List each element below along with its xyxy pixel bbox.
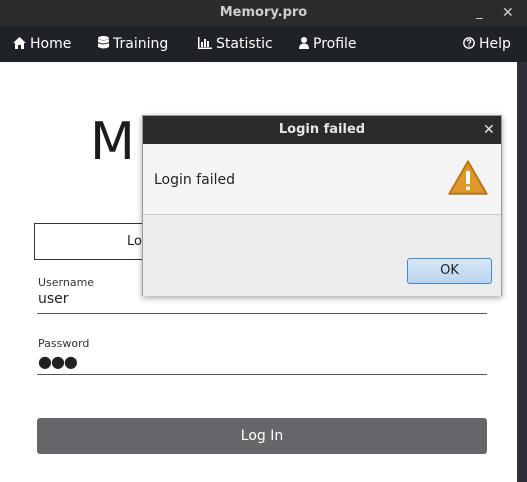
question-circle-icon (463, 37, 475, 49)
dialog-header: Login failed (143, 144, 501, 214)
menu-item-home-label: Home (30, 36, 72, 52)
user-icon (299, 37, 309, 49)
menu-item-training-label: Training (113, 36, 169, 52)
password-field[interactable]: ●●● (38, 352, 78, 371)
home-icon (13, 37, 26, 49)
menu-item-help[interactable]: Help (463, 26, 511, 62)
username-label: Username (38, 276, 95, 289)
warning-icon (448, 160, 488, 195)
window-edge (517, 62, 527, 482)
close-window-button[interactable]: ✕ (502, 0, 514, 26)
menu-item-statistic[interactable]: Statistic (198, 26, 273, 62)
dialog-close-button[interactable]: ✕ (483, 116, 495, 144)
menu-item-statistic-label: Statistic (216, 36, 273, 52)
login-failed-dialog: Login failed ✕ Login failed OK (142, 115, 502, 296)
menu-item-training[interactable]: Training (98, 26, 168, 62)
menu-item-home[interactable]: Home (13, 26, 71, 62)
username-field[interactable]: user (38, 291, 69, 307)
login-tab-label: Lo (127, 234, 142, 249)
minimize-button[interactable]: _ (476, 0, 483, 26)
window-title: Memory.pro (219, 5, 308, 20)
bar-chart-icon (198, 37, 212, 49)
database-icon (98, 36, 109, 49)
app-heading: M (90, 112, 136, 172)
menu-item-help-label: Help (479, 36, 511, 52)
window-titlebar: Memory.pro _ ✕ (0, 0, 527, 26)
username-underline (37, 313, 487, 314)
menu-bar: Home Training Statistic Profile Help (0, 26, 527, 62)
dialog-message: Login failed (154, 172, 236, 188)
password-label: Password (38, 337, 90, 350)
ok-button[interactable]: OK (407, 258, 492, 284)
menu-item-profile[interactable]: Profile (299, 26, 357, 62)
login-button[interactable]: Log In (37, 418, 487, 454)
menu-item-profile-label: Profile (313, 36, 357, 52)
dialog-title: Login failed (278, 122, 366, 137)
password-underline (37, 374, 487, 375)
dialog-titlebar: Login failed ✕ (143, 116, 501, 144)
